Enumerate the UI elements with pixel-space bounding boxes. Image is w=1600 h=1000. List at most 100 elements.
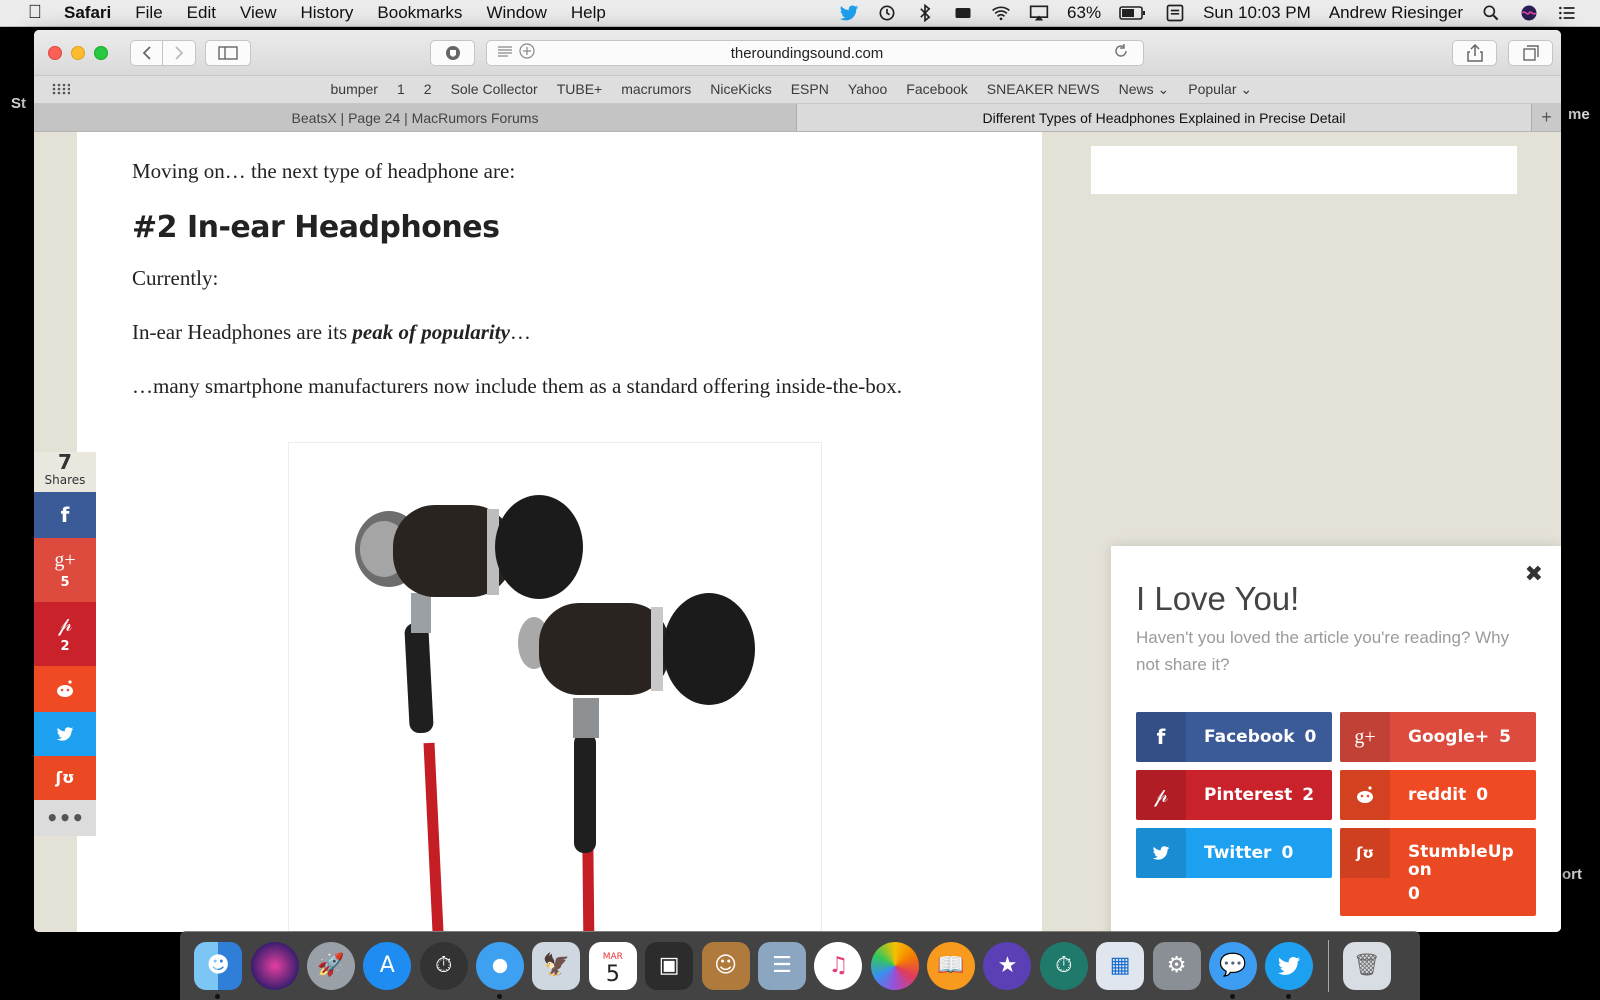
favorite-link[interactable]: 2	[414, 81, 441, 98]
fullscreen-window-button[interactable]	[94, 45, 108, 60]
airplay-icon[interactable]	[1020, 3, 1058, 23]
popup-stumbleupon-button[interactable]: ʃʊ StumbleUp on 0	[1340, 828, 1536, 916]
favorite-link[interactable]: macrumors	[612, 81, 701, 98]
favorite-link[interactable]: SNEAKER NEWS	[977, 81, 1109, 98]
siri-icon[interactable]	[250, 941, 299, 990]
apple-menu-icon[interactable]: 	[18, 2, 52, 24]
share-pinterest-button[interactable]: 𝓅2	[34, 602, 96, 666]
itunes-icon[interactable]: ♫	[814, 941, 863, 990]
menu-bookmarks[interactable]: Bookmarks	[365, 3, 474, 23]
favorite-link[interactable]: Sole Collector	[441, 81, 547, 98]
sidebar-toggle-button[interactable]	[205, 39, 251, 66]
tab-beatsx[interactable]: BeatsX | Page 24 | MacRumors Forums	[34, 104, 797, 131]
ibooks-icon[interactable]: 📖	[927, 941, 976, 990]
share-reddit-button[interactable]	[34, 666, 96, 712]
popup-pinterest-button[interactable]: 𝓅 Pinterest 2	[1136, 770, 1332, 820]
keyboard-input-icon[interactable]	[1156, 3, 1194, 23]
imovie-icon[interactable]: ★	[983, 941, 1032, 990]
clock[interactable]: Sun 10:03 PM	[1194, 3, 1320, 23]
share-more-button[interactable]: •••	[34, 800, 96, 836]
trash-icon[interactable]: 🗑	[1342, 941, 1391, 990]
popup-reddit-button[interactable]: reddit 0	[1340, 770, 1536, 820]
reload-icon[interactable]	[1113, 43, 1135, 64]
address-bar[interactable]: theroundingsound.com	[486, 40, 1144, 66]
keynote-icon[interactable]: ▦	[1096, 941, 1145, 990]
finder-icon[interactable]: ☻	[194, 941, 243, 999]
url-text[interactable]: theroundingsound.com	[541, 45, 1113, 62]
messages-icon[interactable]: 💬	[1208, 941, 1257, 999]
photos-icon[interactable]	[870, 941, 919, 990]
add-bookmark-icon[interactable]	[519, 42, 541, 64]
favorite-link[interactable]: 1	[387, 81, 414, 98]
share-stumbleupon-button[interactable]: ʃʊ	[34, 756, 96, 800]
launchpad-icon[interactable]: 🚀	[306, 941, 355, 990]
minimize-window-button[interactable]	[71, 45, 85, 60]
siri-icon[interactable]	[1510, 3, 1548, 23]
favorite-folder-label: News	[1118, 81, 1154, 97]
dashboard-icon[interactable]: ⏱	[419, 941, 468, 990]
share-button[interactable]	[1452, 40, 1497, 66]
button-count: 0	[1408, 884, 1420, 904]
twitter-status-icon[interactable]	[830, 3, 868, 23]
forward-button[interactable]	[163, 39, 196, 66]
share-googleplus-button[interactable]: g+ 5	[34, 538, 96, 602]
bluetooth-icon[interactable]	[906, 3, 944, 23]
text-span: In-ear Headphones are its	[132, 320, 353, 344]
favorite-link[interactable]: ESPN	[781, 81, 838, 98]
favorite-folder-news[interactable]: News ⌄	[1109, 81, 1179, 98]
tab-overview-button[interactable]	[1508, 40, 1553, 66]
chevron-down-icon: ⌄	[1157, 81, 1170, 97]
menu-window[interactable]: Window	[474, 3, 558, 23]
back-button[interactable]	[130, 39, 163, 66]
menu-edit[interactable]: Edit	[175, 3, 228, 23]
content-blocker-button[interactable]	[430, 40, 475, 66]
menu-help[interactable]: Help	[559, 3, 618, 23]
reddit-icon	[57, 680, 73, 697]
grid-icon[interactable]	[52, 82, 71, 98]
button-count: 5	[1499, 727, 1511, 747]
menu-view[interactable]: View	[228, 3, 289, 23]
notification-center-icon[interactable]	[1548, 3, 1586, 23]
chevron-down-icon: ⌄	[1240, 81, 1253, 97]
close-window-button[interactable]	[48, 45, 62, 60]
photo-booth-icon[interactable]: ▣	[645, 941, 694, 990]
favorite-link[interactable]: Facebook	[897, 81, 977, 98]
menu-app-name[interactable]: Safari	[52, 3, 123, 23]
system-preferences-icon[interactable]: ⚙	[1152, 941, 1201, 990]
popup-facebook-button[interactable]: f Facebook 0	[1136, 712, 1332, 762]
tab-headphones[interactable]: Different Types of Headphones Explained …	[797, 104, 1531, 131]
favorite-folder-popular[interactable]: Popular ⌄	[1179, 81, 1262, 98]
app-store-icon[interactable]: A	[363, 941, 412, 990]
share-popup: ✖ I Love You! Haven't you loved the arti…	[1111, 546, 1561, 932]
spotlight-search-icon[interactable]	[1472, 3, 1510, 23]
reader-view-icon[interactable]	[497, 45, 519, 61]
twitter-app-icon[interactable]	[1265, 941, 1314, 999]
preview-icon[interactable]: 🦅	[532, 941, 581, 990]
safari-window: theroundingsound.com bumper 1 2 Sole Col…	[34, 30, 1561, 932]
button-label: Twitter	[1204, 843, 1272, 863]
new-tab-button[interactable]: +	[1531, 104, 1561, 131]
favorite-link[interactable]: NiceKicks	[701, 81, 781, 98]
favorite-link[interactable]: Yahoo	[838, 81, 896, 98]
share-facebook-button[interactable]: f	[34, 492, 96, 538]
popup-googleplus-button[interactable]: g+ Google+ 5	[1340, 712, 1536, 762]
favorite-link[interactable]: TUBE+	[547, 81, 612, 98]
time-machine-icon[interactable]: ⏱	[1039, 941, 1088, 990]
calendar-icon[interactable]: MAR 5	[588, 941, 637, 990]
image-capture-icon[interactable]: ☰	[757, 941, 806, 990]
popup-twitter-button[interactable]: Twitter 0	[1136, 828, 1332, 878]
share-total: 7 Shares	[34, 452, 96, 492]
battery-percent[interactable]: 63%	[1058, 3, 1110, 23]
user-name[interactable]: Andrew Riesinger	[1320, 3, 1472, 23]
safari-icon[interactable]	[476, 941, 525, 999]
menu-history[interactable]: History	[289, 3, 366, 23]
memory-status-icon[interactable]	[944, 3, 982, 23]
wifi-icon[interactable]	[982, 3, 1020, 23]
share-twitter-button[interactable]	[34, 712, 96, 756]
battery-icon[interactable]	[1110, 3, 1156, 23]
contacts-icon[interactable]: ☺	[701, 941, 750, 990]
favorite-link[interactable]: bumper	[321, 81, 387, 98]
menu-file[interactable]: File	[123, 3, 174, 23]
time-machine-status-icon[interactable]	[868, 3, 906, 23]
close-popup-icon[interactable]: ✖	[1525, 562, 1543, 587]
